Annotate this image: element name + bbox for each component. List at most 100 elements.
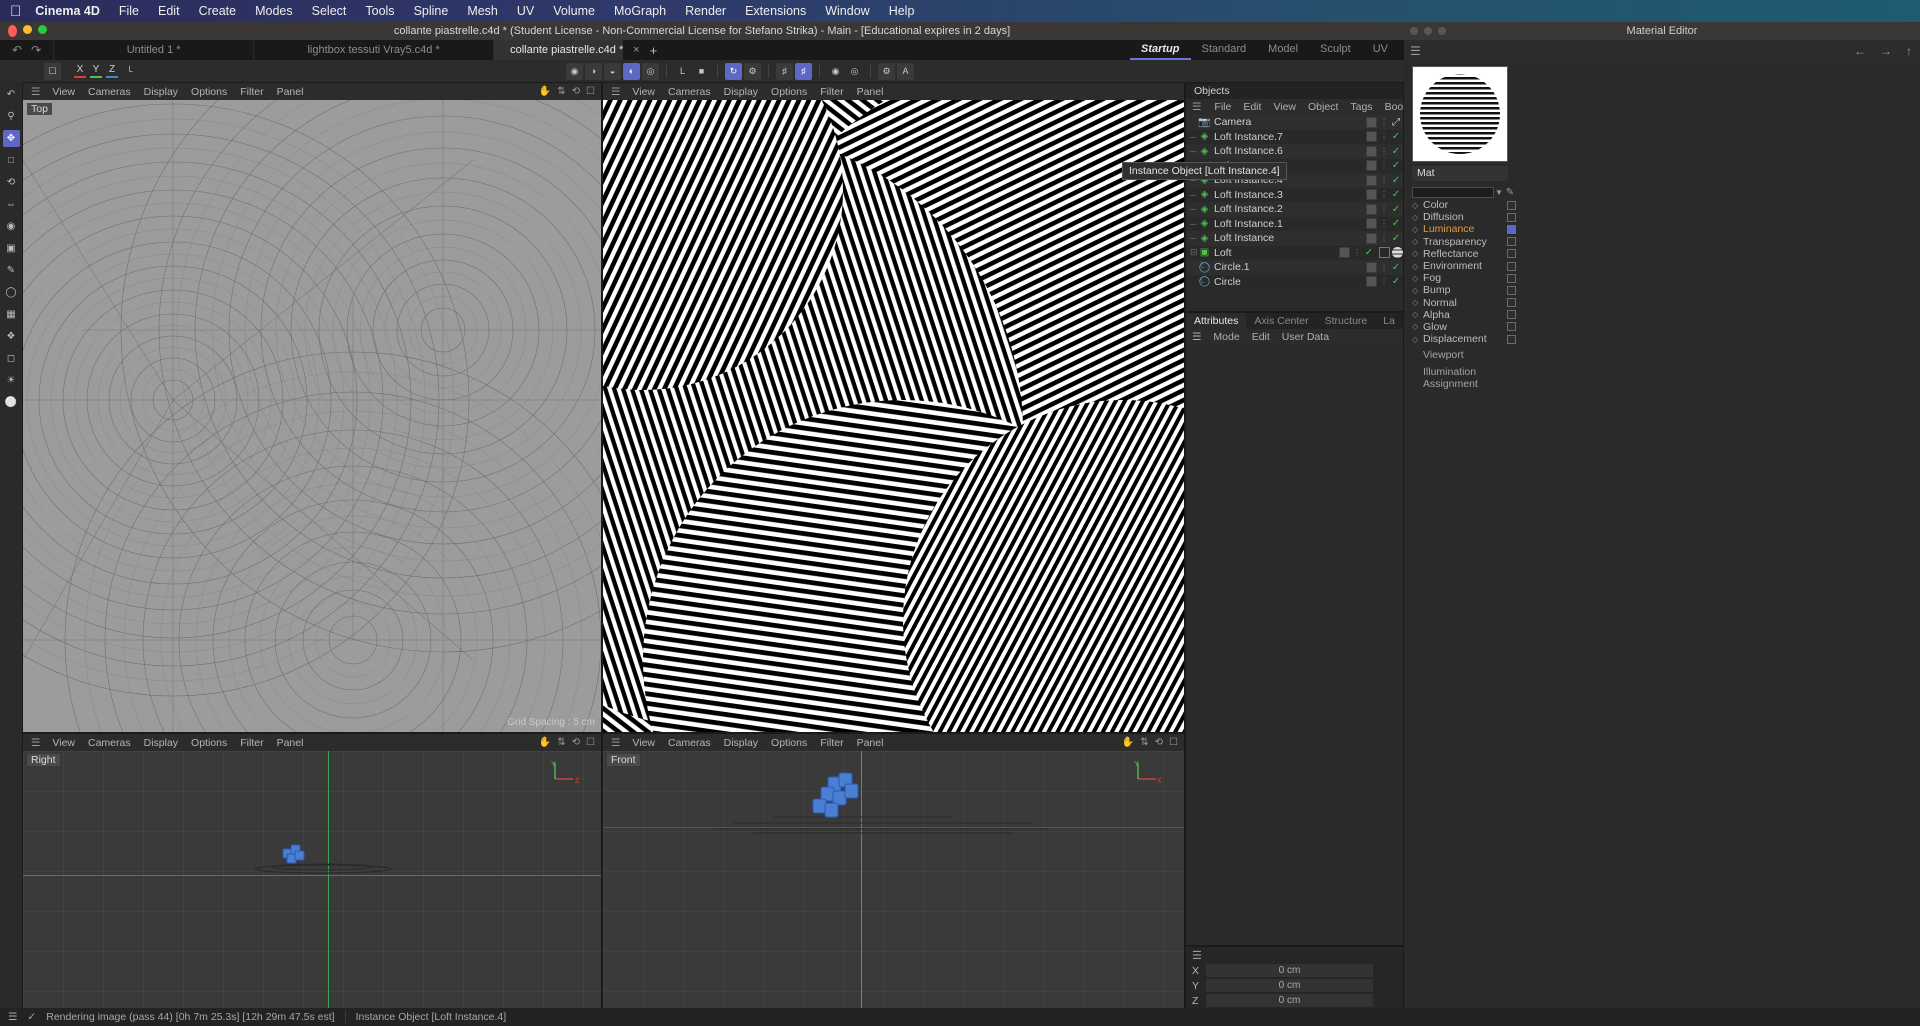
object-visibility-tag[interactable] <box>1366 175 1377 186</box>
visibility-dots-icon[interactable]: ⋮ <box>1379 132 1389 141</box>
rotate-tool-icon[interactable]: ⟲ <box>3 174 20 191</box>
viewport-nav-icons[interactable]: ✋ ⇅ ⟲ ☐ <box>539 86 595 97</box>
objects-menu-tags[interactable]: Tags <box>1350 101 1372 113</box>
viewport-front-menu-cameras[interactable]: Cameras <box>668 737 711 749</box>
pan-icon[interactable]: ✋ <box>539 737 551 748</box>
objects-menu-object[interactable]: Object <box>1308 101 1338 113</box>
layout-tab-uv[interactable]: UV <box>1362 40 1399 60</box>
visibility-dots-icon[interactable]: ⋮ <box>1379 277 1389 286</box>
object-enable-icon[interactable]: ✓ <box>1362 247 1376 258</box>
orbit-icon[interactable]: ⟲ <box>572 737 580 748</box>
tab-structure[interactable]: Structure <box>1317 315 1376 327</box>
viewport-right-canvas[interactable]: Z Y Right Grid Spacing : 50 cm <box>23 751 601 1025</box>
grid-icon[interactable]: ♯ <box>776 63 793 80</box>
viewport-right-menu-filter[interactable]: Filter <box>240 737 263 749</box>
channel-diffusion[interactable]: ◇ Diffusion <box>1412 211 1516 223</box>
doc-tab-lightbox[interactable]: lightbox tessuti Vray5.c4d * <box>253 40 493 60</box>
channel-displacement[interactable]: ◇ Displacement <box>1412 333 1516 345</box>
object-row-circle[interactable]: └ ◯ Circle ⋮ ✓ <box>1186 275 1403 290</box>
material-editor-menu-icon[interactable]: ☰ <box>1410 44 1420 58</box>
menu-tools[interactable]: Tools <box>365 4 394 18</box>
viewport-menu-view[interactable]: View <box>52 86 75 98</box>
viewport-front-menu-options[interactable]: Options <box>771 737 807 749</box>
viewport-right[interactable]: ☰ View Cameras Display Options Filter Pa… <box>22 733 602 1026</box>
channel-checkbox[interactable] <box>1507 274 1516 283</box>
grid-snap-icon[interactable]: ♯ <box>795 63 812 80</box>
viewport-render-menu-filter[interactable]: Filter <box>820 86 843 98</box>
object-row-loft-instance-3[interactable]: ─ ◈ Loft Instance.3 ⋮ ✓ <box>1186 188 1403 203</box>
maximize-viewport-icon[interactable]: ☐ <box>586 737 595 748</box>
check-circle-icon[interactable]: ✓ <box>27 1011 36 1023</box>
tab-axis-center[interactable]: Axis Center <box>1246 315 1316 327</box>
channel-checkbox[interactable] <box>1507 310 1516 319</box>
enable-snapping-icon[interactable]: ↻ <box>725 63 742 80</box>
render-view-2-icon[interactable]: ◎ <box>846 63 863 80</box>
visibility-dots-icon[interactable]: ⋮ <box>1352 248 1362 257</box>
render-queue-icon[interactable]: A <box>897 63 914 80</box>
visibility-dots-icon[interactable]: ⋮ <box>1379 161 1389 170</box>
menu-create[interactable]: Create <box>199 4 237 18</box>
menu-window[interactable]: Window <box>825 4 869 18</box>
visibility-dots-icon[interactable]: ⋮ <box>1379 176 1389 185</box>
visibility-dots-icon[interactable]: ⋮ <box>1379 219 1389 228</box>
channel-checkbox[interactable] <box>1507 201 1516 210</box>
object-enable-icon[interactable]: ✓ <box>1389 189 1403 200</box>
object-row-camera[interactable]: 📷 Camera ⋮ ⤢ <box>1186 115 1403 130</box>
eyedropper-icon[interactable]: ✎ <box>1504 187 1516 198</box>
apple-logo-icon[interactable]:  <box>10 3 21 20</box>
display-shading-icon[interactable]: ◎ <box>642 63 659 80</box>
coord-row-y[interactable]: Y 0 cm <box>1186 978 1403 993</box>
attributes-menu-userdata[interactable]: User Data <box>1282 331 1329 343</box>
keyframe-diamond-icon[interactable]: ◇ <box>1412 201 1423 210</box>
layout-tab-standard[interactable]: Standard <box>1191 40 1258 60</box>
scale-tool-icon[interactable]: □ <box>3 152 20 169</box>
channel-glow[interactable]: ◇ Glow <box>1412 321 1516 333</box>
keyframe-diamond-icon[interactable]: ◇ <box>1412 335 1423 344</box>
orbit-icon[interactable]: ⟲ <box>572 86 580 97</box>
keyframe-diamond-icon[interactable]: ◇ <box>1412 225 1423 234</box>
orbit-icon[interactable]: ⟲ <box>1155 737 1163 748</box>
keyframe-diamond-icon[interactable]: ◇ <box>1412 249 1423 258</box>
channel-assignment[interactable]: Assignment <box>1412 378 1516 390</box>
objects-menu-icon[interactable]: ☰ <box>1192 101 1200 113</box>
objects-menu-edit[interactable]: Edit <box>1243 101 1261 113</box>
object-enable-icon[interactable]: ✓ <box>1389 175 1403 186</box>
axis-lock-icon[interactable]: L <box>674 63 691 80</box>
object-visibility-tag[interactable] <box>1366 276 1377 287</box>
render-settings-icon[interactable]: ⚙ <box>878 63 895 80</box>
render-view-icon[interactable]: ☐ <box>44 63 61 80</box>
menu-edit[interactable]: Edit <box>158 4 180 18</box>
redo-icon[interactable]: ↷ <box>31 43 41 57</box>
menu-cinema4d[interactable]: Cinema 4D <box>35 4 100 18</box>
layout-tab-startup[interactable]: Startup <box>1130 40 1191 60</box>
maximize-viewport-icon[interactable]: ☐ <box>586 86 595 97</box>
object-row-loft-instance-2[interactable]: ─ ◈ Loft Instance.2 ⋮ ✓ <box>1186 202 1403 217</box>
display-gouraud-icon[interactable]: ◉ <box>566 63 583 80</box>
layout-tab-sculpt[interactable]: Sculpt <box>1309 40 1362 60</box>
channel-alpha[interactable]: ◇ Alpha <box>1412 309 1516 321</box>
deformer-icon[interactable]: ❖ <box>3 328 20 345</box>
channel-environment[interactable]: ◇ Environment <box>1412 260 1516 272</box>
viewport-right-menu-panel[interactable]: Panel <box>277 737 304 749</box>
viewport-front-nav-icons[interactable]: ✋ ⇅ ⟲ ☐ <box>1122 737 1178 748</box>
visibility-dots-icon[interactable]: ⋮ <box>1379 205 1389 214</box>
viewport-front-menu-filter[interactable]: Filter <box>820 737 843 749</box>
attributes-menu-icon[interactable]: ☰ <box>1192 331 1201 343</box>
attributes-menu-mode[interactable]: Mode <box>1213 331 1239 343</box>
keyframe-diamond-icon[interactable]: ◇ <box>1412 274 1423 283</box>
channel-fog[interactable]: ◇ Fog <box>1412 272 1516 284</box>
display-quick-icon[interactable]: ◑ <box>585 63 602 80</box>
channel-viewport[interactable]: Viewport <box>1412 349 1516 361</box>
coordinates-menu-icon[interactable]: ☰ <box>1186 949 1403 963</box>
menu-render[interactable]: Render <box>685 4 726 18</box>
world-axis-icon[interactable]: ■ <box>693 63 710 80</box>
viewport-render-menu-view[interactable]: View <box>632 86 655 98</box>
material-editor-nav[interactable]: ← → ↑ <box>1854 44 1912 58</box>
tab-attributes[interactable]: Attributes <box>1186 313 1246 329</box>
viewport-right-menu-cameras[interactable]: Cameras <box>88 737 131 749</box>
visibility-dots-icon[interactable]: ⋮ <box>1379 147 1389 156</box>
up-arrow-icon[interactable]: ↑ <box>1906 44 1912 58</box>
channel-bump[interactable]: ◇ Bump <box>1412 284 1516 296</box>
display-wire-icon[interactable]: ◐ <box>623 63 640 80</box>
object-enable-icon[interactable]: ✓ <box>1389 262 1403 273</box>
